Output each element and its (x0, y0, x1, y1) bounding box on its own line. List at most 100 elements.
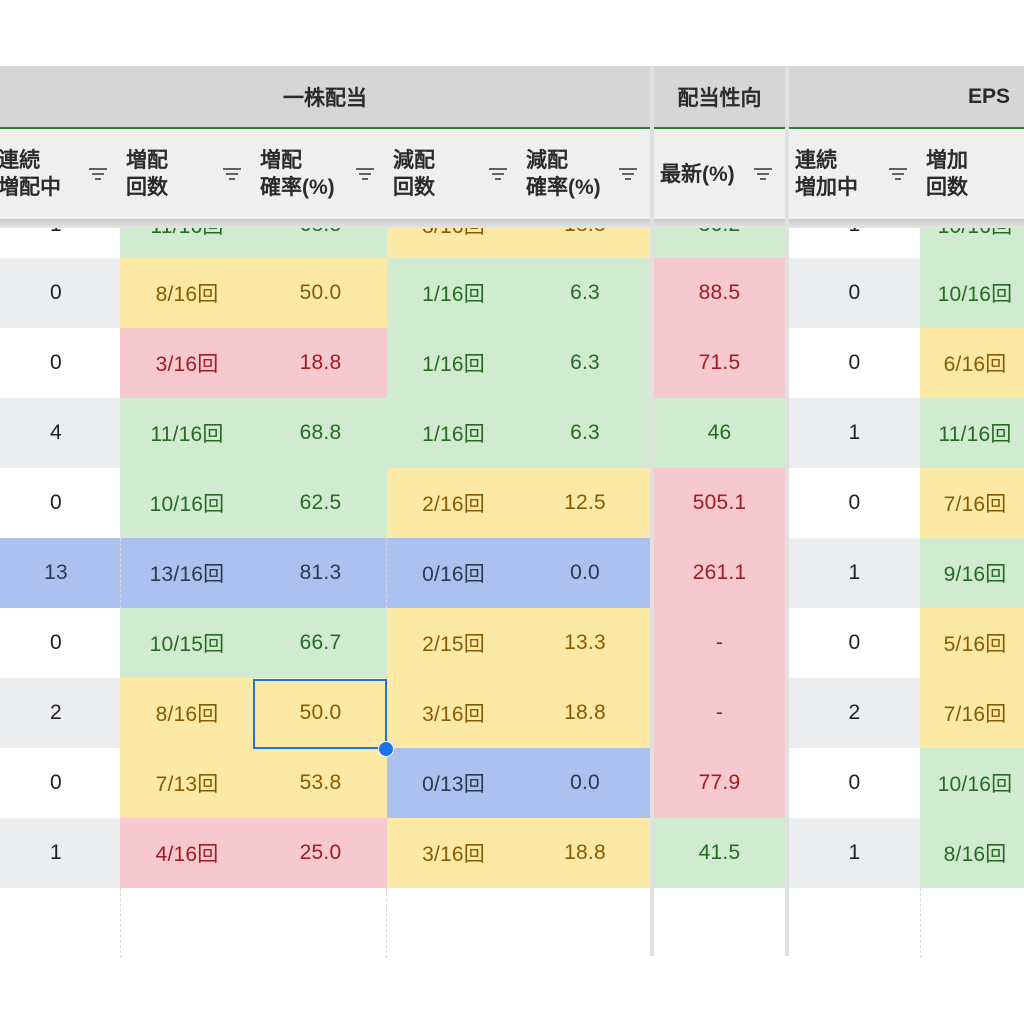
table-cell[interactable]: 10/16回 (120, 468, 254, 538)
table-cell[interactable]: 0 (789, 608, 920, 678)
filter-icon[interactable] (355, 165, 375, 183)
table-cell[interactable]: 71.5 (654, 328, 785, 398)
table-cell[interactable]: 2/15回 (387, 608, 520, 678)
table-cell[interactable]: 3/16回 (120, 328, 254, 398)
filter-icon[interactable] (88, 165, 108, 183)
table-cell[interactable]: 1 (789, 398, 920, 468)
table-cell[interactable]: 18.8 (254, 328, 387, 398)
table-cell[interactable]: 2/16回 (387, 468, 520, 538)
column-header-increase-count[interactable]: 増配 回数 (120, 129, 254, 219)
table-cell[interactable]: 77.9 (654, 748, 785, 818)
table-cell[interactable]: - (654, 608, 785, 678)
table-cell[interactable]: 6.3 (520, 258, 650, 328)
table-cell[interactable]: 0/16回 (387, 538, 520, 608)
table-cell[interactable]: 505.1 (654, 468, 785, 538)
table-cell[interactable]: 8/16回 (920, 818, 1024, 888)
column-header-label: 連続 増配中 (0, 149, 61, 199)
filter-icon[interactable] (222, 165, 242, 183)
table-cell[interactable]: 0 (0, 468, 120, 538)
table-cell[interactable]: 88.5 (654, 258, 785, 328)
table-cell[interactable]: 68.8 (254, 398, 387, 468)
table-cell[interactable]: 8/16回 (120, 678, 254, 748)
table-cell[interactable]: 11/16回 (920, 398, 1024, 468)
table-cell[interactable]: 0 (0, 608, 120, 678)
table-cell[interactable]: 0 (0, 258, 120, 328)
table-cell[interactable]: 7/13回 (120, 748, 254, 818)
table-cell[interactable]: 9/16回 (920, 538, 1024, 608)
table-cell[interactable]: 1/16回 (387, 328, 520, 398)
table-cell[interactable]: 50.0 (254, 258, 387, 328)
column-header-decrease-count[interactable]: 減配 回数 (387, 129, 520, 219)
table-cell[interactable]: 0 (789, 748, 920, 818)
column-header-eps-consecutive[interactable]: 連続 増加中 (789, 129, 920, 219)
table-cell[interactable]: 66.7 (254, 608, 387, 678)
table-cell[interactable]: 46 (654, 398, 785, 468)
table-cell[interactable]: 13/16回 (120, 538, 254, 608)
table-cell[interactable]: 0 (0, 748, 120, 818)
column-header-consecutive-increase[interactable]: 連続 増配中 (0, 129, 120, 219)
group-header-label: 配当性向 (677, 86, 762, 110)
table-cell[interactable]: 3/16回 (387, 678, 520, 748)
table-cell[interactable]: 1/16回 (387, 398, 520, 468)
group-header-label: 一株配当 (283, 86, 367, 110)
table-cell[interactable]: 1 (789, 818, 920, 888)
table-cell[interactable]: 0 (0, 328, 120, 398)
frozen-rows-divider[interactable] (0, 219, 1024, 228)
table-cell[interactable]: 12.5 (520, 468, 650, 538)
table-cell[interactable]: 13 (0, 538, 120, 608)
selected-cell-outline[interactable] (253, 679, 387, 749)
table-cell[interactable]: 0.0 (520, 538, 650, 608)
table-cell[interactable]: 1 (789, 538, 920, 608)
filter-icon[interactable] (888, 165, 908, 183)
table-cell[interactable]: 261.1 (654, 538, 785, 608)
table-cell[interactable]: 10/15回 (120, 608, 254, 678)
table-cell[interactable]: 1 (0, 818, 120, 888)
table-cell[interactable]: 0.0 (520, 748, 650, 818)
table-cell[interactable]: 4 (0, 398, 120, 468)
column-header-payout-latest[interactable]: 最新(%) (654, 129, 785, 219)
table-cell[interactable]: 10/16回 (920, 748, 1024, 818)
table-cell[interactable]: 2 (0, 678, 120, 748)
spreadsheet-grid: 111/16回68.83/16回18.836.2110/16回 08/16回50… (0, 0, 1024, 1024)
column-group-separator (785, 66, 789, 956)
table-cell[interactable]: 10/16回 (920, 258, 1024, 328)
table-cell[interactable]: 53.8 (254, 748, 387, 818)
column-header-decrease-rate[interactable]: 減配 確率(%) (520, 129, 650, 219)
table-cell[interactable]: 13.3 (520, 608, 650, 678)
table-cell[interactable]: 6.3 (520, 398, 650, 468)
table-cell[interactable]: 2 (789, 678, 920, 748)
table-cell[interactable]: 41.5 (654, 818, 785, 888)
column-header-label: 増加 回数 (926, 149, 968, 199)
filter-icon[interactable] (618, 165, 638, 183)
column-header-label: 減配 回数 (393, 149, 435, 199)
column-header-increase-rate[interactable]: 増配 確率(%) (254, 129, 387, 219)
table-cell[interactable]: 18.8 (520, 818, 650, 888)
table-cell[interactable]: 4/16回 (120, 818, 254, 888)
table-cell[interactable]: 0 (789, 468, 920, 538)
column-header-eps-increase-count[interactable]: 増加 回数 (920, 129, 1024, 219)
table-cell[interactable]: 5/16回 (920, 608, 1024, 678)
table-cell[interactable]: 62.5 (254, 468, 387, 538)
table-cell[interactable]: 1/16回 (387, 258, 520, 328)
table-cell[interactable]: 0 (789, 258, 920, 328)
filter-icon[interactable] (488, 165, 508, 183)
table-cell[interactable]: 6.3 (520, 328, 650, 398)
table-cell[interactable]: 25.0 (254, 818, 387, 888)
group-header-eps[interactable]: EPS (789, 66, 1024, 129)
table-cell[interactable]: - (654, 678, 785, 748)
table-cell[interactable]: 8/16回 (120, 258, 254, 328)
table-cell[interactable]: 11/16回 (120, 398, 254, 468)
table-cell[interactable]: 0/13回 (387, 748, 520, 818)
group-header-dividend[interactable]: 一株配当 (0, 66, 650, 129)
group-header-payout[interactable]: 配当性向 (654, 66, 785, 129)
fill-handle[interactable] (378, 741, 394, 757)
table-cell[interactable]: 3/16回 (387, 818, 520, 888)
filter-icon[interactable] (753, 165, 773, 183)
column-header-label: 増配 回数 (126, 149, 168, 199)
table-cell[interactable]: 0 (789, 328, 920, 398)
table-cell[interactable]: 6/16回 (920, 328, 1024, 398)
table-cell[interactable]: 7/16回 (920, 678, 1024, 748)
table-cell[interactable]: 18.8 (520, 678, 650, 748)
table-cell[interactable]: 7/16回 (920, 468, 1024, 538)
table-cell[interactable]: 81.3 (254, 538, 387, 608)
